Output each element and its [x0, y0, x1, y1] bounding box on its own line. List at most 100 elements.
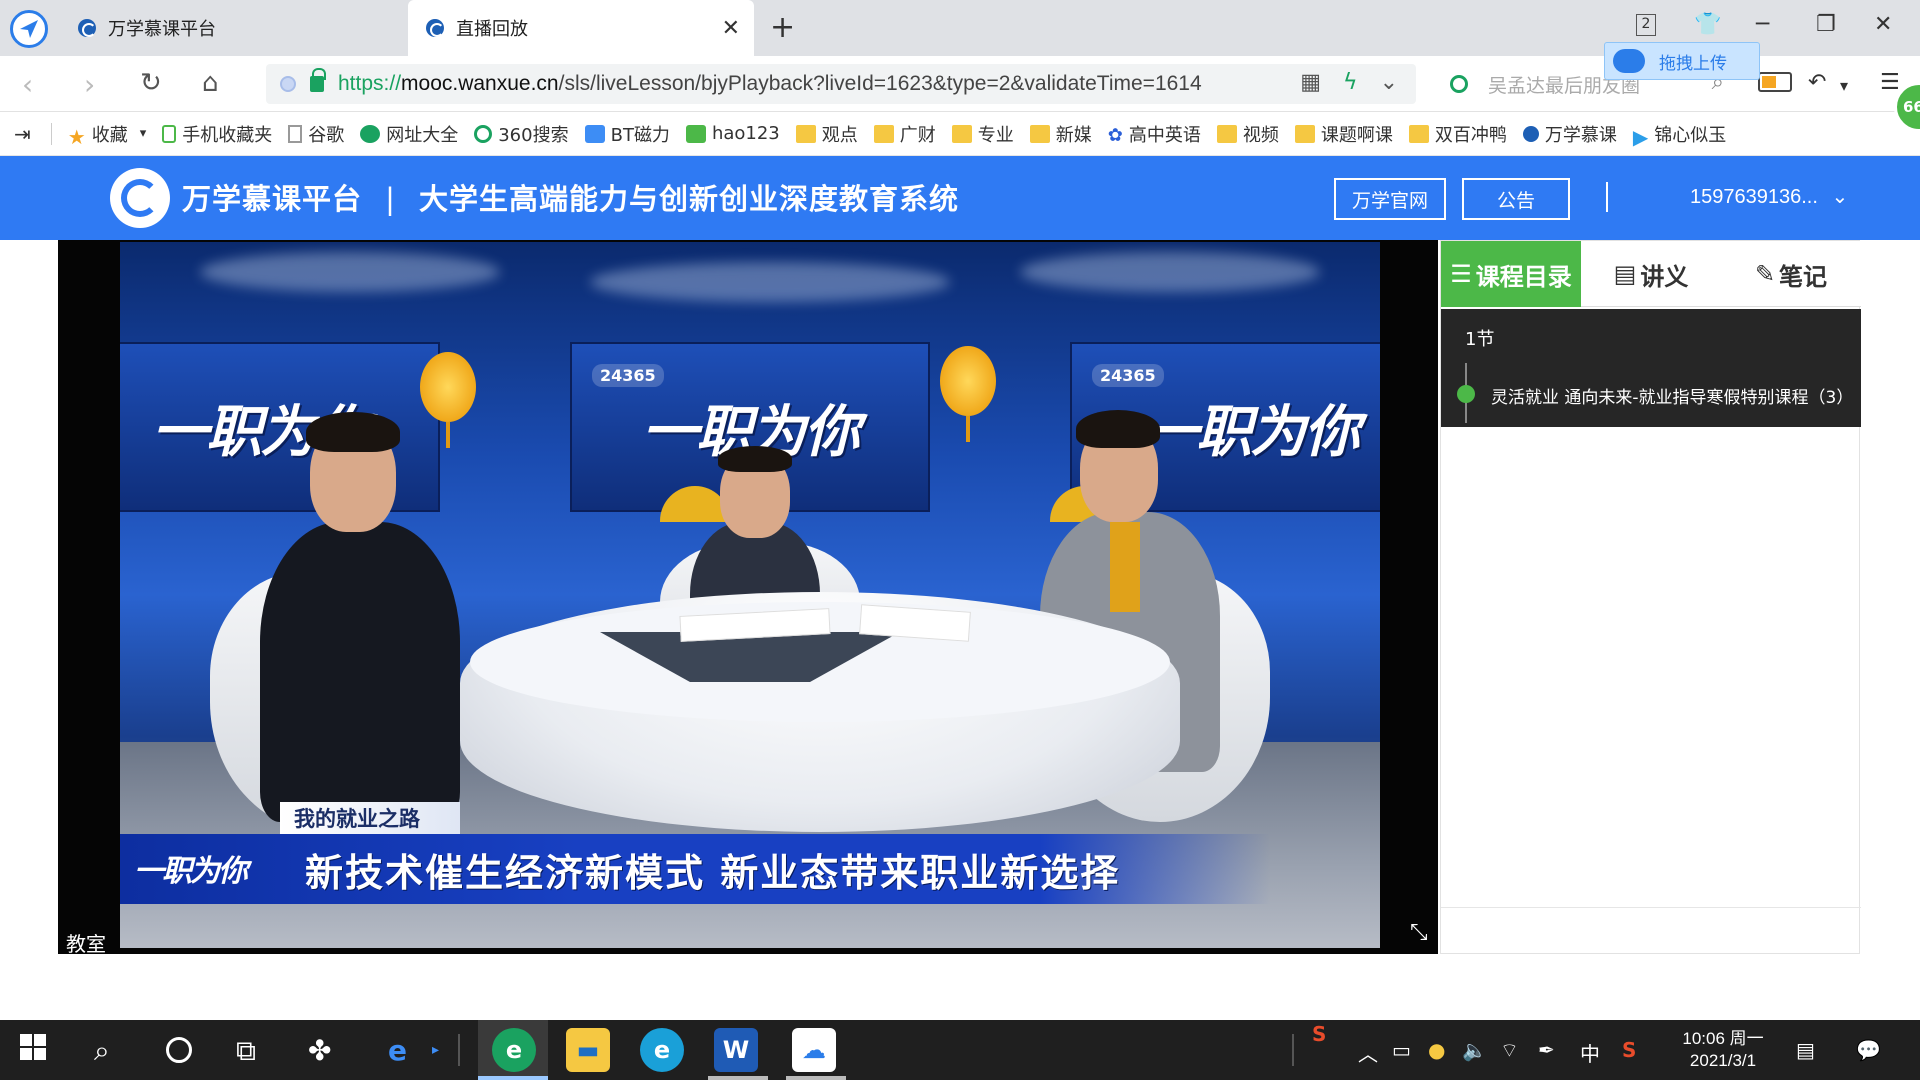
sogou-ime-icon[interactable]: S — [1622, 1038, 1636, 1062]
bookmark-folder-video[interactable]: 视频 — [1216, 121, 1279, 147]
bookmark-folder-topics[interactable]: 课题啊课 — [1294, 121, 1393, 147]
divider — [1441, 907, 1861, 908]
ime-indicator[interactable]: 中 — [1580, 1038, 1600, 1067]
url-tools: ▦ ϟ ⌄ — [1300, 70, 1398, 95]
wanxue-logo-icon[interactable] — [110, 168, 170, 228]
wifi-icon[interactable]: ⌔ — [1500, 1038, 1519, 1063]
qr-code-icon[interactable]: ▦ — [1300, 70, 1321, 95]
bookmark-jinxin[interactable]: ▶ 锦心似玉 — [1632, 121, 1726, 149]
bookmark-bt[interactable]: BT磁力 — [584, 121, 670, 147]
battery-mode-icon[interactable] — [1758, 72, 1792, 92]
volume-icon[interactable]: 🔈 — [1462, 1038, 1487, 1062]
tab-count-badge[interactable]: 2 — [1636, 14, 1656, 36]
tab-notes[interactable]: ✎ 笔记 — [1721, 241, 1861, 307]
phone-icon — [162, 124, 177, 143]
undo-icon[interactable]: ↶ — [1808, 70, 1826, 95]
document-icon: ▤ — [1613, 260, 1637, 288]
side-tabs: ☰ 课程目录 ▤ 讲义 ✎ 笔记 — [1441, 241, 1861, 307]
search-icon[interactable]: ⌕ — [94, 1034, 110, 1068]
bookmark-folder-major[interactable]: 专业 — [951, 121, 1014, 147]
cloud-upload-widget[interactable]: 拖拽上传 — [1604, 42, 1760, 80]
undo-dropdown-icon[interactable]: ▾ — [1840, 76, 1848, 95]
notice-button[interactable]: 公告 — [1462, 178, 1570, 220]
video-player[interactable]: 一职为你 24365 一职为你 24365 一职为你 我的就业之路 一职为你 新… — [58, 240, 1438, 956]
skin-shirt-icon[interactable]: 👕 — [1694, 12, 1721, 37]
tab-wanxue-platform[interactable]: 万学慕课平台 — [60, 0, 408, 56]
minimize-icon[interactable]: ─ — [1756, 12, 1769, 37]
home-icon[interactable]: ⌂ — [202, 68, 219, 98]
restore-icon[interactable]: ❐ — [1816, 12, 1836, 37]
cortana-icon[interactable] — [166, 1037, 192, 1063]
star-icon: ★ — [67, 124, 86, 149]
lightning-icon[interactable]: ϟ — [1343, 70, 1358, 95]
header-divider — [1606, 182, 1608, 212]
forward-icon[interactable]: › — [84, 68, 95, 101]
folder-icon — [1029, 124, 1050, 143]
browser-logo-icon[interactable] — [10, 10, 48, 48]
chevron-up-icon[interactable]: ︿ — [1358, 1038, 1378, 1067]
tab-course-catalog[interactable]: ☰ 课程目录 — [1441, 241, 1581, 307]
baidu-netdisk-icon[interactable]: ☁ — [792, 1028, 836, 1072]
tab-live-playback[interactable]: 直播回放 ✕ — [408, 0, 754, 56]
bookmark-google[interactable]: 谷歌 — [288, 121, 344, 147]
sogou-icon[interactable]: S — [1312, 1022, 1326, 1046]
wanxue-favicon-icon — [1522, 125, 1539, 142]
video-frame[interactable]: 一职为你 24365 一职为你 24365 一职为你 我的就业之路 一职为你 新… — [120, 242, 1380, 948]
current-lesson-dot-icon — [1457, 385, 1475, 403]
bookmark-favorites[interactable]: ★ 收藏 ▾ — [67, 121, 147, 149]
browser-360-icon[interactable]: e — [492, 1028, 536, 1072]
play-icon: ▶ — [1632, 124, 1649, 149]
official-site-button[interactable]: 万学官网 — [1334, 178, 1446, 220]
battery-icon[interactable]: ▭ — [1392, 1038, 1411, 1062]
title-divider: | — [385, 182, 396, 216]
bookmark-hao123[interactable]: hao123 — [685, 123, 780, 144]
windows-start-icon[interactable] — [20, 1034, 46, 1067]
notes-icon[interactable]: ▤ — [1796, 1038, 1815, 1062]
bookmark-folder-views[interactable]: 观点 — [795, 121, 858, 147]
lesson-item[interactable]: 灵活就业 通向未来-就业指导寒假特别课程（3） — [1491, 383, 1857, 408]
exit-fullscreen-icon[interactable]: ⤡ — [1410, 920, 1428, 945]
tab-label: 万学慕课平台 — [108, 19, 216, 40]
bookmark-site-directory[interactable]: 网址大全 — [360, 121, 458, 147]
tab-close-icon[interactable]: ✕ — [722, 16, 740, 41]
url-text[interactable]: https://mooc.wanxue.cn/sls/liveLesson/bj… — [338, 72, 1278, 96]
bookmark-wanxue[interactable]: 万学慕课 — [1522, 121, 1617, 147]
bookmark-mobile[interactable]: 手机收藏夹 — [162, 121, 272, 147]
pinwheel-app-icon[interactable]: ✤ — [308, 1034, 331, 1067]
tab-handout[interactable]: ▤ 讲义 — [1581, 241, 1721, 307]
ie-icon[interactable]: e — [388, 1034, 407, 1067]
pen-icon[interactable]: ✒ — [1538, 1038, 1555, 1062]
word-icon[interactable]: W — [714, 1028, 758, 1072]
file-explorer-icon[interactable]: ▬ — [566, 1028, 610, 1072]
menu-icon[interactable]: ☰ — [1880, 70, 1900, 95]
sidebar-toggle-icon[interactable]: ⇥ — [14, 122, 31, 146]
bookmark-folder-shuangbai[interactable]: 双百冲鸭 — [1408, 121, 1507, 147]
address-bar[interactable]: https://mooc.wanxue.cn/sls/liveLesson/bj… — [266, 64, 1416, 104]
ie-arrow-icon[interactable]: ▸ — [432, 1042, 439, 1058]
user-menu[interactable]: 1597639136... ⌄ — [1690, 184, 1848, 209]
bookmark-360-search[interactable]: 360搜索 — [474, 121, 569, 147]
system-clock[interactable]: 10:06 周一 2021/3/1 — [1668, 1028, 1778, 1072]
search-engine-icon[interactable] — [1450, 75, 1468, 93]
shield-icon — [280, 76, 296, 92]
list-icon: ☰ — [1450, 260, 1472, 288]
edge-icon[interactable]: e — [640, 1028, 684, 1072]
close-window-icon[interactable]: ✕ — [1874, 12, 1892, 37]
notification-center-icon[interactable]: 💬 — [1856, 1038, 1881, 1062]
site-title: 万学慕课平台 | 大学生高端能力与创新创业深度教育系统 — [182, 176, 959, 218]
bookmark-folder-guangcai[interactable]: 广财 — [873, 121, 936, 147]
chevron-down-icon[interactable]: ⌄ — [1380, 70, 1398, 95]
reload-icon[interactable]: ↻ — [140, 68, 162, 98]
new-tab-icon[interactable]: + — [770, 10, 795, 45]
task-view-icon[interactable]: ⧉ — [236, 1034, 256, 1068]
classroom-label: 教室 — [66, 932, 106, 956]
cloud-icon — [1613, 49, 1645, 73]
site-brand[interactable]: 万学慕课平台 — [182, 182, 362, 216]
section-label: 1节 — [1465, 329, 1495, 350]
security-shield-icon[interactable]: ● — [1428, 1038, 1445, 1062]
lower-third: 我的就业之路 一职为你 新技术催生经济新模式 新业态带来职业新选择 — [120, 802, 1380, 922]
bookmark-folder-new-media[interactable]: 新媒 — [1029, 121, 1092, 147]
back-icon[interactable]: ‹ — [22, 68, 33, 101]
caret-down-icon[interactable]: ▾ — [140, 126, 147, 141]
bookmark-english[interactable]: ✿ 高中英语 — [1108, 121, 1201, 147]
